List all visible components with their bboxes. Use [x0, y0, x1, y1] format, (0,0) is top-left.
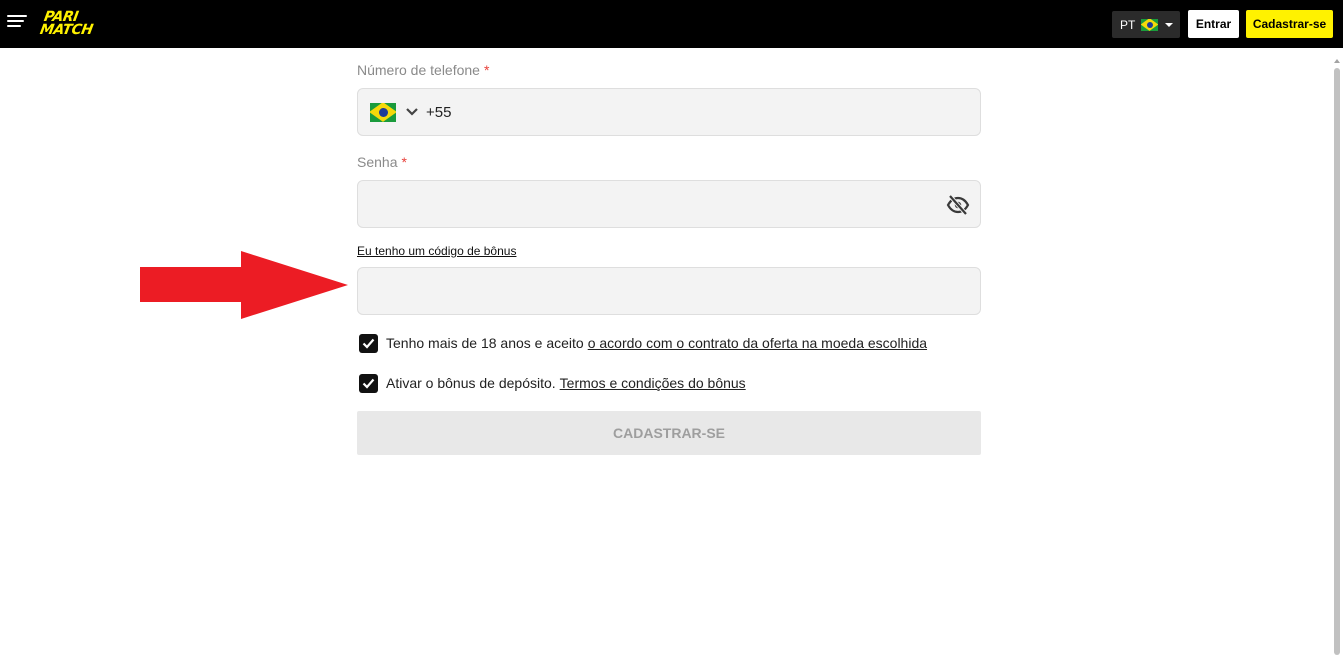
- password-label-text: Senha: [357, 154, 398, 170]
- bonus-code-link[interactable]: Eu tenho um código de bônus: [357, 244, 516, 258]
- checkmark-icon: [362, 378, 375, 389]
- required-mark: *: [483, 62, 490, 78]
- register-button[interactable]: Cadastrar-se: [1246, 10, 1333, 38]
- bonus-consent-row: Ativar o bônus de depósito. Termos e con…: [359, 373, 746, 393]
- age-consent-row: Tenho mais de 18 anos e aceito o acordo …: [359, 333, 927, 353]
- top-bar: PARI MATCH PT Entrar Cadastrar-se: [0, 0, 1343, 48]
- eye-slash-icon[interactable]: [946, 193, 970, 217]
- language-code: PT: [1120, 17, 1136, 32]
- phone-label-text: Número de telefone: [357, 62, 480, 78]
- parimatch-logo[interactable]: PARI MATCH: [38, 9, 122, 38]
- password-label: Senha *: [357, 154, 407, 170]
- login-button[interactable]: Entrar: [1188, 10, 1239, 38]
- deposit-bonus-checkbox[interactable]: [359, 373, 378, 393]
- phone-country-code[interactable]: +55: [426, 104, 451, 121]
- caret-down-icon: [1165, 22, 1174, 27]
- brazil-flag-icon[interactable]: [370, 102, 396, 122]
- checkmark-icon: [362, 338, 375, 349]
- logo-text-bottom: MATCH: [38, 22, 94, 38]
- language-selector[interactable]: PT: [1112, 11, 1180, 38]
- page-scrollbar[interactable]: [1331, 48, 1343, 657]
- chevron-down-icon[interactable]: [406, 107, 418, 117]
- age-consent-checkbox[interactable]: [359, 333, 378, 353]
- age-consent-text: Tenho mais de 18 anos e aceito: [386, 335, 584, 351]
- required-mark: *: [401, 154, 407, 170]
- brazil-flag-icon: [1141, 18, 1159, 31]
- phone-label: Número de telefone *: [357, 62, 489, 78]
- red-arrow-annotation: [140, 251, 348, 319]
- submit-register-button[interactable]: CADASTRAR-SE: [357, 411, 981, 455]
- deposit-bonus-text: Ativar o bônus de depósito.: [386, 375, 556, 391]
- password-field[interactable]: [357, 180, 981, 228]
- bonus-code-field[interactable]: [357, 267, 981, 315]
- phone-field[interactable]: +55: [357, 88, 981, 136]
- scroll-up-arrow-icon[interactable]: [1334, 59, 1340, 63]
- offer-agreement-link[interactable]: o acordo com o contrato da oferta na moe…: [588, 335, 927, 351]
- hamburger-menu-icon[interactable]: [7, 15, 27, 29]
- bonus-terms-link[interactable]: Termos e condições do bônus: [560, 375, 746, 391]
- scrollbar-thumb[interactable]: [1334, 68, 1340, 655]
